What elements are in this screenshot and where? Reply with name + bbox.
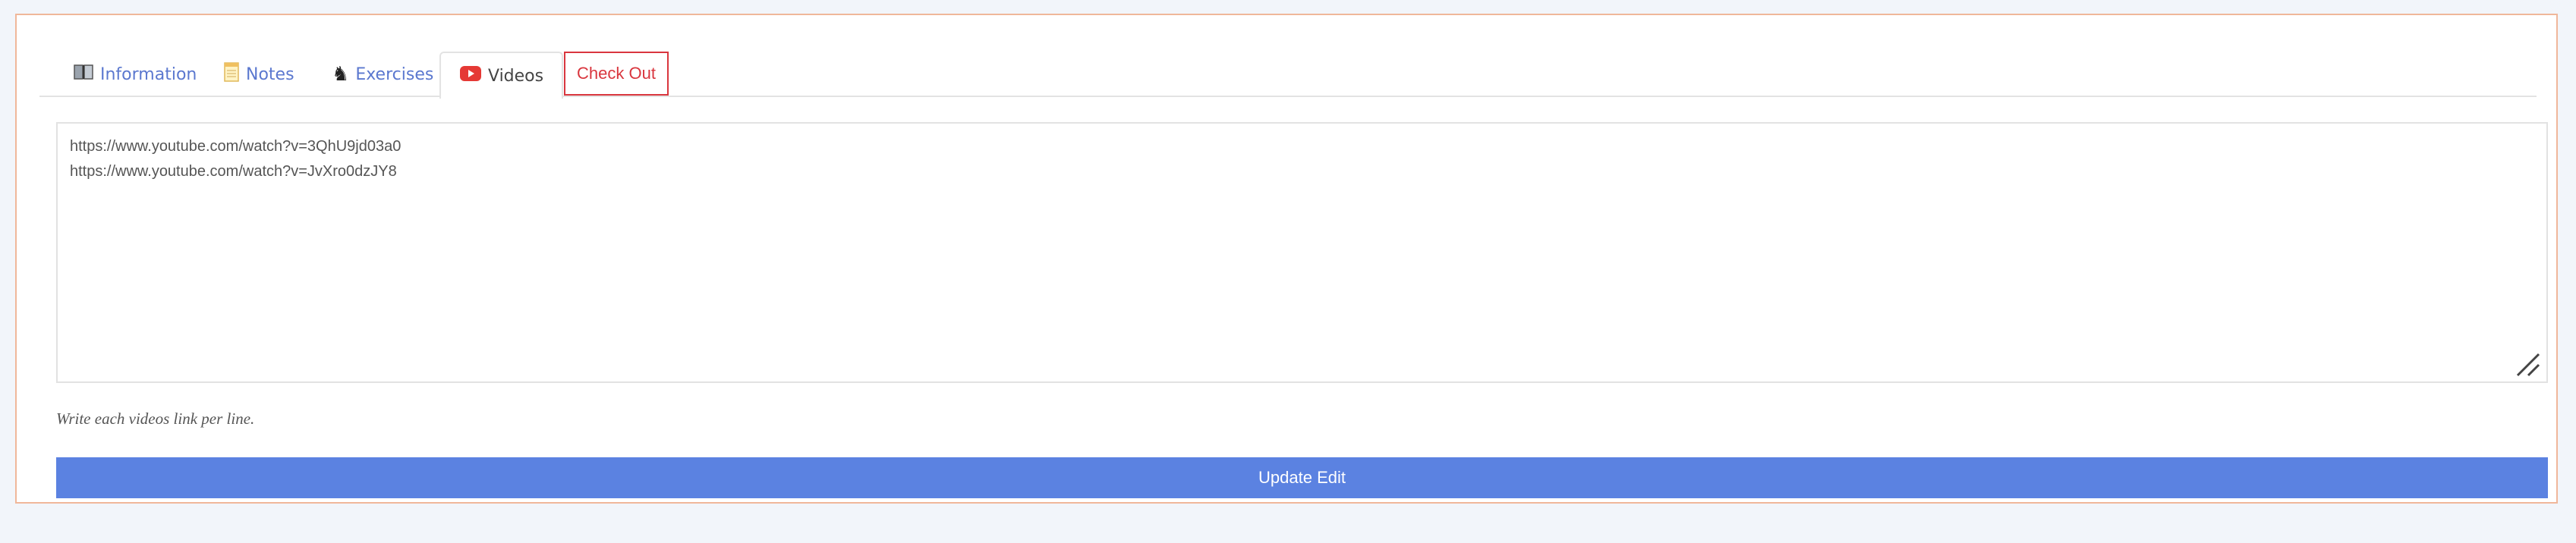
tab-exercises-label: Exercises [355, 64, 434, 84]
book-icon [73, 63, 94, 86]
edit-panel: Information Notes ♞ Exercises Videos Che… [15, 14, 2558, 504]
notepad-icon [223, 61, 240, 87]
tab-information-label: Information [100, 64, 197, 84]
video-links-hint: Write each videos link per line. [56, 410, 255, 428]
update-edit-label: Update Edit [1258, 468, 1346, 487]
check-out-label: Check Out [577, 64, 656, 83]
video-link-line: https://www.youtube.com/watch?v=3QhU9jd0… [70, 138, 402, 155]
tab-information[interactable]: Information [73, 52, 197, 97]
youtube-icon [459, 65, 482, 86]
tab-videos[interactable]: Videos [439, 52, 564, 99]
tab-videos-label: Videos [488, 66, 544, 86]
video-links-textarea[interactable]: https://www.youtube.com/watch?v=3QhU9jd0… [56, 122, 2548, 383]
check-out-button[interactable]: Check Out [564, 52, 669, 96]
chess-knight-icon: ♞ [332, 63, 350, 86]
tab-notes[interactable]: Notes [223, 52, 294, 97]
update-edit-button[interactable]: Update Edit [56, 457, 2548, 498]
tab-notes-label: Notes [246, 64, 294, 84]
resize-handle-icon[interactable] [2515, 351, 2542, 378]
video-link-line: https://www.youtube.com/watch?v=JvXro0dz… [70, 163, 397, 180]
tab-exercises[interactable]: ♞ Exercises [332, 52, 433, 97]
tab-bar: Information Notes ♞ Exercises Videos Che… [39, 36, 2537, 99]
